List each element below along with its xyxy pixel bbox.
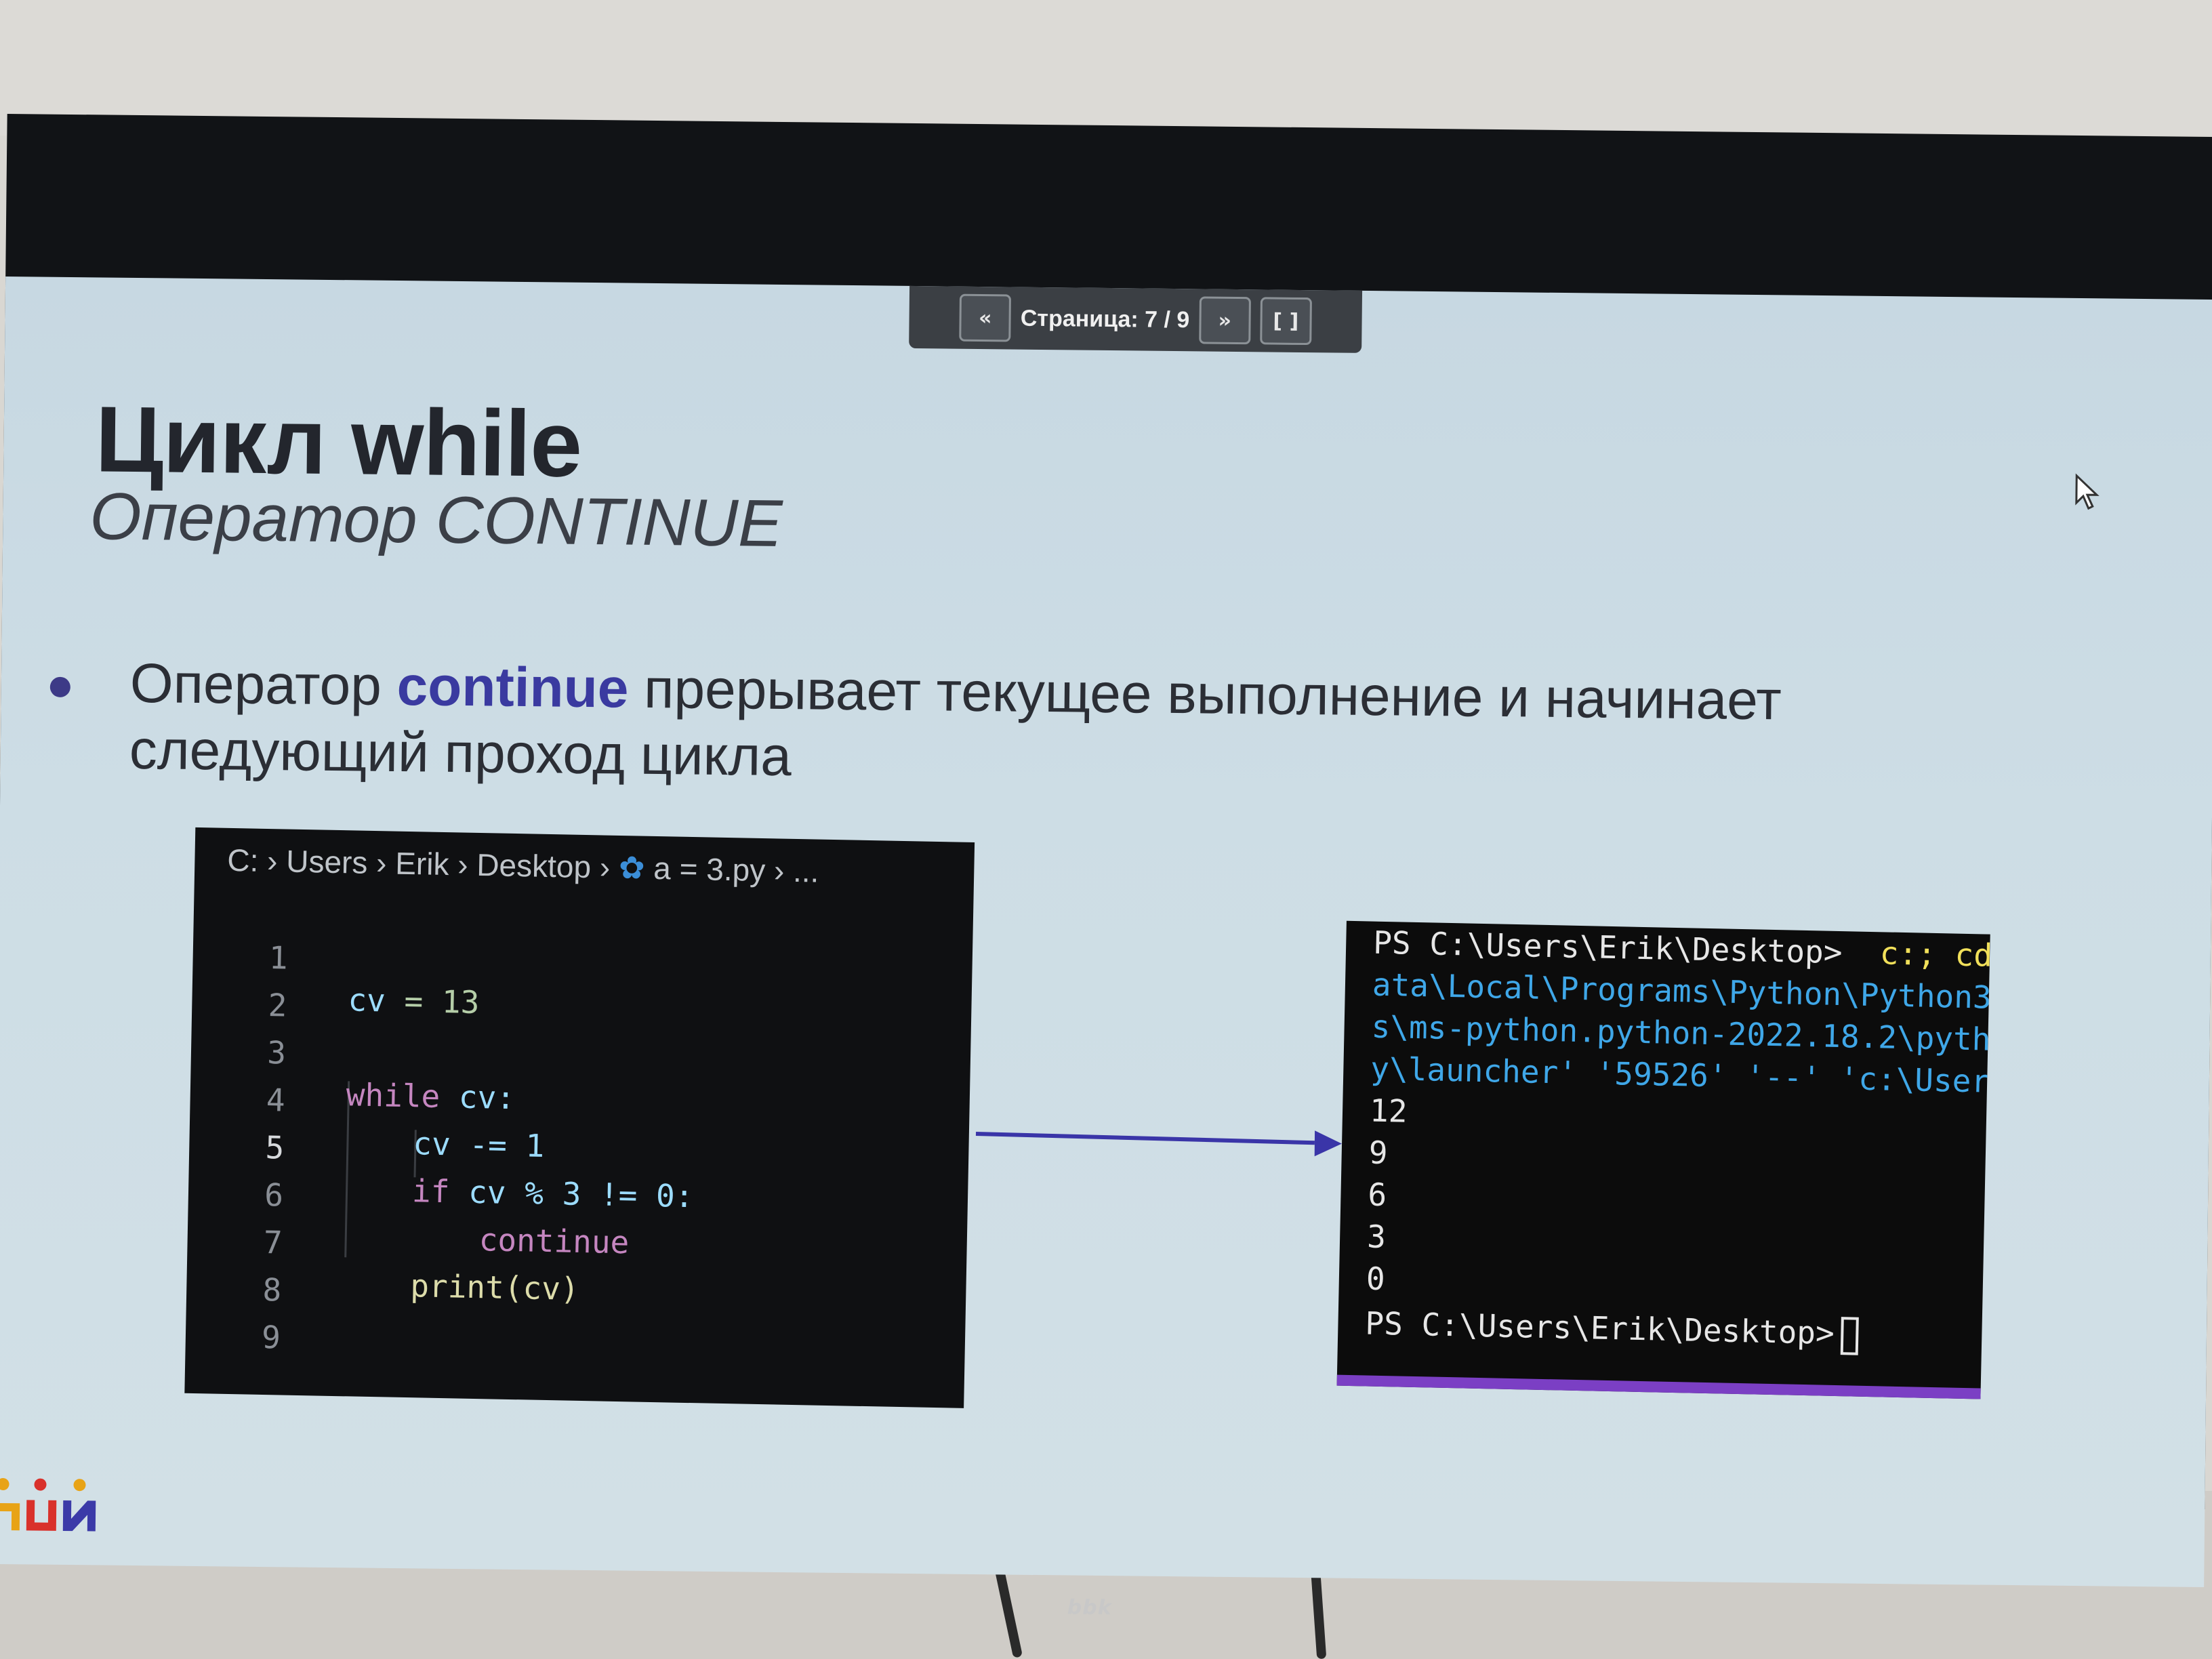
terminal-output: 3 [1366,1218,1387,1256]
terminal-line[interactable]: PS C:\Users\Erik\Desktop> [1364,1302,1860,1355]
terminal-command: c:; cd [1841,934,1990,974]
terminal-output: 12 [1369,1092,1408,1130]
tv-brand-logo: bbk [1067,1595,1112,1620]
terminal-prompt: PS C:\Users\Erik\Desktop> [1364,1305,1835,1351]
terminal-output: 9 [1368,1134,1389,1172]
terminal-output: 6 [1367,1176,1387,1214]
slide-screen: « Страница: 7 / 9 » [ ] Цикл while Опера… [0,276,2212,1588]
tv-frame: « Страница: 7 / 9 » [ ] Цикл while Опера… [0,113,2212,1620]
wall-background [0,0,2212,136]
terminal-prompt: PS C:\Users\Erik\Desktop> [1372,924,1843,971]
logo-icon [0,1478,96,1532]
terminal-output: 0 [1366,1260,1386,1298]
terminal-panel: PS C:\Users\Erik\Desktop> c:; cd ata\Loc… [1336,920,1990,1399]
text-cursor-icon [1841,1316,1860,1355]
